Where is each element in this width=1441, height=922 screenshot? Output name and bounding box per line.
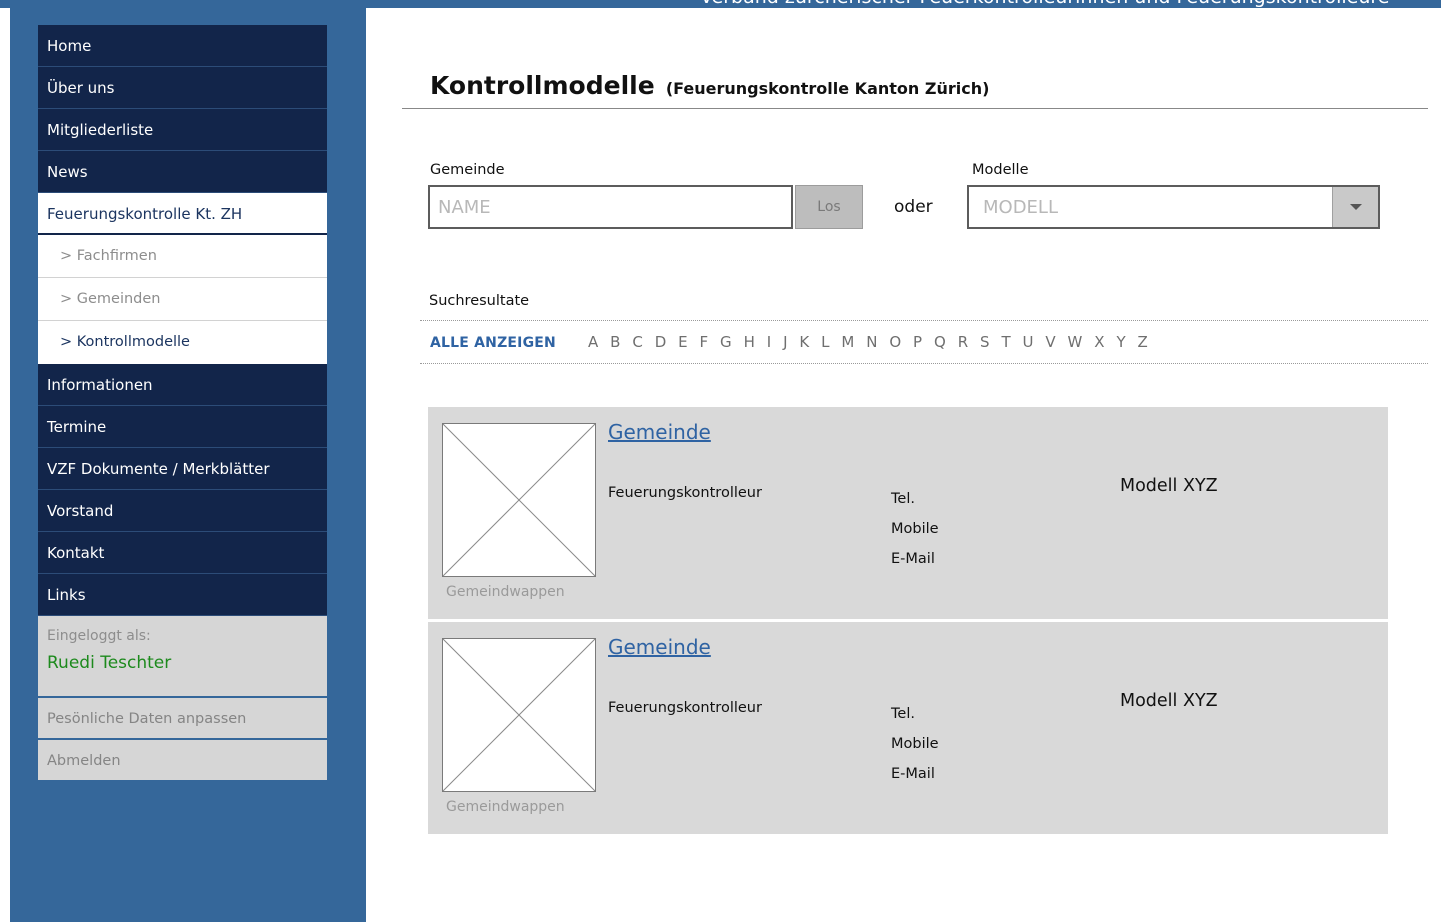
wappen-caption: Gemeindwappen [446, 799, 565, 815]
page-title-subtitle: (Feuerungskontrolle Kanton Zürich) [665, 79, 990, 98]
letter-filter-p[interactable]: P [913, 333, 922, 351]
sidebar-item-links[interactable]: Links [38, 574, 327, 616]
image-placeholder-icon [443, 639, 595, 791]
tel-label: Tel. [891, 491, 915, 507]
login-label: Eingeloggt als: [47, 628, 151, 644]
letter-filter-b[interactable]: B [610, 333, 620, 351]
sidebar: Home Über uns Mitgliederliste News Feuer… [38, 25, 327, 782]
sidebar-item-informationen[interactable]: Informationen [38, 364, 327, 406]
letter-filter-d[interactable]: D [655, 333, 667, 351]
letter-filter-w[interactable]: W [1068, 333, 1083, 351]
page-title-main: Kontrollmodelle [430, 71, 655, 100]
letter-filter-c[interactable]: C [632, 333, 642, 351]
sidebar-item-home[interactable]: Home [38, 25, 327, 67]
letter-filter-n[interactable]: N [866, 333, 877, 351]
result-card: Gemeindwappen Gemeinde Feuerungskontroll… [428, 622, 1388, 834]
email-label: E-Mail [891, 551, 935, 567]
letter-filter-e[interactable]: E [678, 333, 687, 351]
letter-filter-x[interactable]: X [1094, 333, 1104, 351]
letter-filter-u[interactable]: U [1023, 333, 1034, 351]
gemeinde-link[interactable]: Gemeinde [608, 635, 711, 659]
modell-name: Modell XYZ [1120, 476, 1218, 496]
letter-filter-o[interactable]: O [889, 333, 901, 351]
sidebar-item-termine[interactable]: Termine [38, 406, 327, 448]
logout-link[interactable]: Abmelden [38, 740, 327, 782]
letter-filter-i[interactable]: I [767, 333, 771, 351]
sidebar-item-kontakt[interactable]: Kontakt [38, 532, 327, 574]
sidebar-subitem-kontrollmodelle[interactable]: > Kontrollmodelle [38, 321, 327, 364]
page-title: Kontrollmodelle (Feuerungskontrolle Kant… [430, 64, 989, 102]
gemeinde-name-input[interactable] [428, 185, 793, 229]
kontrolleur-label: Feuerungskontrolleur [608, 700, 762, 716]
letter-filter-a[interactable]: A [588, 333, 598, 351]
sidebar-item-mitgliederliste[interactable]: Mitgliederliste [38, 109, 327, 151]
wappen-placeholder-image [442, 638, 596, 792]
results-label: Suchresultate [429, 293, 530, 309]
gemeinde-link[interactable]: Gemeinde [608, 420, 711, 444]
letter-filter-z[interactable]: Z [1138, 333, 1148, 351]
letter-filter-l[interactable]: L [821, 333, 829, 351]
letter-filter-h[interactable]: H [744, 333, 755, 351]
modell-name: Modell XYZ [1120, 691, 1218, 711]
modell-select[interactable]: MODELL [967, 185, 1380, 229]
sidebar-item-ueber-uns[interactable]: Über uns [38, 67, 327, 109]
title-divider [402, 108, 1428, 109]
email-label: E-Mail [891, 766, 935, 782]
letter-filter-s[interactable]: S [980, 333, 990, 351]
results-divider-top [420, 320, 1428, 321]
results-divider-bottom [420, 363, 1428, 364]
wappen-placeholder-image [442, 423, 596, 577]
sidebar-subitem-fachfirmen[interactable]: > Fachfirmen [38, 235, 327, 278]
tel-label: Tel. [891, 706, 915, 722]
contact-info: Tel. Mobile E-Mail [891, 699, 939, 789]
alphabet-filter: ALLE ANZEIGEN A B C D E F G H I J K L M N O P Q R S T U V W X Y Z [430, 332, 1160, 351]
chevron-down-icon[interactable] [1332, 187, 1378, 227]
letter-filter-k[interactable]: K [799, 333, 809, 351]
sidebar-item-news[interactable]: News [38, 151, 327, 193]
sidebar-subitem-gemeinden[interactable]: > Gemeinden [38, 278, 327, 321]
show-all-link[interactable]: ALLE ANZEIGEN [430, 335, 556, 351]
letter-filter-q[interactable]: Q [934, 333, 946, 351]
site-title: Verband zürcherischer Feuerkontrolleurin… [700, 0, 1389, 8]
wappen-caption: Gemeindwappen [446, 584, 565, 600]
logged-in-user: Ruedi Teschter [47, 653, 172, 673]
contact-info: Tel. Mobile E-Mail [891, 484, 939, 574]
mobile-label: Mobile [891, 521, 939, 537]
image-placeholder-icon [443, 424, 595, 576]
edit-profile-link[interactable]: Pesönliche Daten anpassen [38, 698, 327, 740]
gemeinde-label: Gemeinde [430, 162, 505, 178]
letter-filter-y[interactable]: Y [1116, 333, 1125, 351]
sidebar-item-feuerungskontrolle[interactable]: Feuerungskontrolle Kt. ZH [38, 193, 327, 235]
letter-filter-f[interactable]: F [700, 333, 709, 351]
modelle-label: Modelle [972, 162, 1029, 178]
letter-filter-v[interactable]: V [1045, 333, 1055, 351]
modell-select-value: MODELL [983, 197, 1058, 218]
los-button[interactable]: Los [795, 185, 863, 229]
sidebar-item-vorstand[interactable]: Vorstand [38, 490, 327, 532]
sidebar-item-dokumente[interactable]: VZF Dokumente / Merkblätter [38, 448, 327, 490]
mobile-label: Mobile [891, 736, 939, 752]
letter-filter-m[interactable]: M [841, 333, 854, 351]
letter-filter-g[interactable]: G [720, 333, 732, 351]
kontrolleur-label: Feuerungskontrolleur [608, 485, 762, 501]
letter-filter-r[interactable]: R [958, 333, 968, 351]
letter-filter-t[interactable]: T [1001, 333, 1010, 351]
result-card: Gemeindwappen Gemeinde Feuerungskontroll… [428, 407, 1388, 619]
letter-filter-j[interactable]: J [783, 333, 787, 351]
login-info: Eingeloggt als: Ruedi Teschter [38, 616, 327, 698]
oder-label: oder [894, 197, 933, 217]
